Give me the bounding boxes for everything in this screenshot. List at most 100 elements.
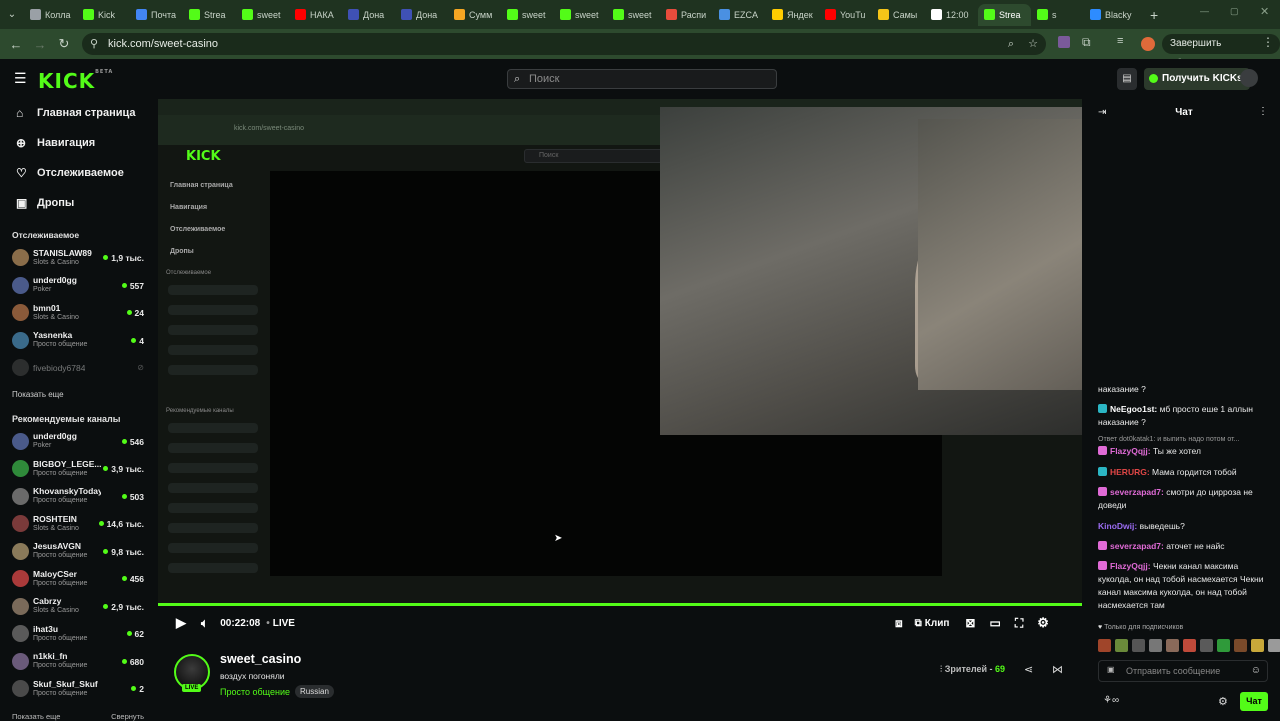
browser-tab[interactable]: YouTu	[819, 4, 872, 26]
chat-username[interactable]: FlazyQqjj:	[1110, 446, 1151, 456]
chat-username[interactable]: KinoDwij:	[1098, 521, 1137, 531]
back-icon[interactable]: ←	[4, 37, 28, 52]
fullscreen-icon[interactable]: ⛶	[1015, 616, 1023, 631]
browser-tab[interactable]: Самы	[872, 4, 925, 26]
sidebar-nav-item[interactable]: ⌂ Главная страница	[0, 98, 158, 128]
reload-icon[interactable]: ↻	[52, 36, 76, 52]
send-chat-button[interactable]: Чат	[1240, 692, 1268, 711]
play-icon[interactable]: ▶	[176, 615, 186, 631]
get-kicks-button[interactable]: Получить KICKs	[1144, 68, 1250, 90]
chat-username[interactable]: HERURG:	[1110, 467, 1150, 477]
browser-tab[interactable]: Дона	[342, 4, 395, 26]
site-info-icon[interactable]: ⚲	[90, 33, 98, 55]
browser-tab[interactable]: Дона	[395, 4, 448, 26]
browser-tab[interactable]: Колла	[24, 4, 77, 26]
profile-avatar[interactable]	[1141, 37, 1155, 51]
media-icon[interactable]: ≡	[1117, 35, 1123, 47]
language-tag[interactable]: Russian	[295, 685, 334, 698]
url-field[interactable]: ⚲ kick.com/sweet-casino ⌕ ☆	[82, 33, 1046, 55]
kick-logo[interactable]: KICKBETA	[38, 69, 113, 93]
clip-button[interactable]: ⧉ Клип	[915, 618, 950, 629]
browser-tab[interactable]: Распи	[660, 4, 713, 26]
layout-toggle-icon[interactable]: ▤	[1117, 68, 1137, 90]
browser-menu-icon[interactable]: ⋮	[1262, 35, 1274, 49]
video-player[interactable]: kick.com/sweet-casino KICK Поиск Главная…	[158, 99, 1082, 605]
sidebar-channel[interactable]: Cabrzy Slots & Casino 2,9 тыс.	[0, 593, 158, 621]
show-more-following[interactable]: Показать еще	[0, 390, 158, 399]
chat-message[interactable]: HERURG: Мама гордится тобой	[1098, 466, 1268, 479]
chat-tools-icon[interactable]: ⚘∞	[1103, 695, 1119, 706]
browser-tab[interactable]: sweet	[554, 4, 607, 26]
sidebar-channel[interactable]: Skuf_Skuf_Skuf Просто общение 2	[0, 675, 158, 703]
emote[interactable]	[1149, 639, 1162, 652]
forward-icon[interactable]: →	[28, 37, 52, 52]
chat-username[interactable]: FlazyQqjj:	[1110, 561, 1151, 571]
emote[interactable]	[1268, 639, 1280, 652]
streamer-name[interactable]: sweet_casino	[220, 652, 301, 666]
sidebar-nav-item[interactable]: ⊕ Навигация	[0, 128, 158, 158]
browser-tab[interactable]: sweet	[607, 4, 660, 26]
browser-tab[interactable]: Сумм	[448, 4, 501, 26]
emoji-icon[interactable]: ☺	[1251, 665, 1261, 676]
sidebar-channel[interactable]: underd0gg Poker 546	[0, 428, 158, 456]
browser-tab[interactable]: Kick	[77, 4, 130, 26]
emote[interactable]	[1132, 639, 1145, 652]
close-window-button[interactable]: ✕	[1260, 5, 1269, 18]
emote[interactable]	[1098, 639, 1111, 652]
emote[interactable]	[1166, 639, 1179, 652]
chat-input[interactable]: ▣ Отправить сообщение ☺	[1098, 660, 1268, 682]
sidebar-channel[interactable]: Yasnenka Просто общение 4	[0, 327, 158, 355]
chat-message[interactable]: FlazyQqjj: Ты же хотел	[1098, 445, 1268, 458]
more-options-icon[interactable]: ⋈	[1052, 663, 1063, 676]
browser-tab[interactable]: sweet	[501, 4, 554, 26]
live-indicator[interactable]: LIVE	[273, 618, 295, 629]
browser-tab[interactable]: Blacky	[1084, 4, 1142, 26]
sidebar-channel[interactable]: STANISLAW89 Slots & Casino 1,9 тыс.	[0, 244, 158, 272]
browser-tab[interactable]: s	[1031, 4, 1084, 26]
hamburger-menu-icon[interactable]: ☰	[14, 70, 27, 87]
extension-icon[interactable]	[1058, 36, 1070, 48]
sidebar-nav-item[interactable]: ♡ Отслеживаемое	[0, 158, 158, 188]
chat-message[interactable]: severzapad7: смотри до цирроза не доведи	[1098, 486, 1268, 512]
sidebar-channel[interactable]: underd0gg Poker 557	[0, 272, 158, 300]
user-avatar[interactable]	[1240, 69, 1258, 87]
chat-username[interactable]: NeEgoo1st:	[1110, 404, 1157, 414]
emote[interactable]	[1217, 639, 1230, 652]
volume-icon[interactable]: 🔈︎	[201, 616, 208, 631]
minimize-button[interactable]: —	[1200, 6, 1209, 16]
chat-gear-icon[interactable]: ⚙	[1218, 695, 1228, 708]
browser-tab[interactable]: НАКА	[289, 4, 342, 26]
sidebar-nav-item[interactable]: ▣ Дропы	[0, 188, 158, 218]
chat-username[interactable]: severzapad7:	[1110, 487, 1164, 497]
sidebar-channel[interactable]: ROSHTEIN Slots & Casino 14,6 тыс.	[0, 510, 158, 538]
tab-search-icon[interactable]: ⌄	[0, 9, 24, 20]
chat-settings-icon[interactable]: ⋮	[1258, 106, 1268, 117]
browser-tab[interactable]: sweet	[236, 4, 289, 26]
theater-mode-icon[interactable]: ⧈	[895, 616, 903, 631]
browser-tab[interactable]: Strea	[183, 4, 236, 26]
emote[interactable]	[1200, 639, 1213, 652]
browser-tab[interactable]: Strea	[978, 3, 1031, 26]
emote[interactable]	[1115, 639, 1128, 652]
browser-tab[interactable]: EZCA	[713, 4, 766, 26]
sidebar-channel[interactable]: MaloyCSer Просто общение 456	[0, 565, 158, 593]
chat-message[interactable]: KinoDwij: выведешь?	[1098, 520, 1268, 533]
new-tab-button[interactable]: +	[1150, 7, 1158, 23]
browser-tab[interactable]: Яндек	[766, 4, 819, 26]
share-icon[interactable]: ⋖	[1024, 663, 1033, 676]
puzzle-icon[interactable]: ⧉	[1082, 35, 1091, 50]
offline-channel[interactable]: fivebiody6784 ⊘	[0, 354, 158, 382]
chat-message[interactable]: severzapad7: аточет не найс	[1098, 540, 1268, 553]
captions-off-icon[interactable]: ⊠	[965, 616, 975, 630]
sidebar-channel[interactable]: bmn01 Slots & Casino 24	[0, 299, 158, 327]
emote[interactable]	[1183, 639, 1196, 652]
chat-message[interactable]: FlazyQqjj: Чекни канал максима куколда, …	[1098, 560, 1268, 612]
chat-username[interactable]: severzapad7:	[1110, 541, 1164, 551]
sidebar-channel[interactable]: n1kki_fn Просто общение 680	[0, 648, 158, 676]
chat-message[interactable]: NeEgoo1st: мб просто еше 1 аллын наказан…	[1098, 403, 1268, 429]
sidebar-channel[interactable]: KhovanskyToday Просто общение 503	[0, 483, 158, 511]
stream-category[interactable]: Просто общение	[220, 687, 290, 697]
emote[interactable]	[1251, 639, 1264, 652]
sidebar-channel[interactable]: JesusAVGN Просто общение 9,8 тыс.	[0, 538, 158, 566]
zoom-icon[interactable]: ⌕	[1008, 33, 1014, 55]
